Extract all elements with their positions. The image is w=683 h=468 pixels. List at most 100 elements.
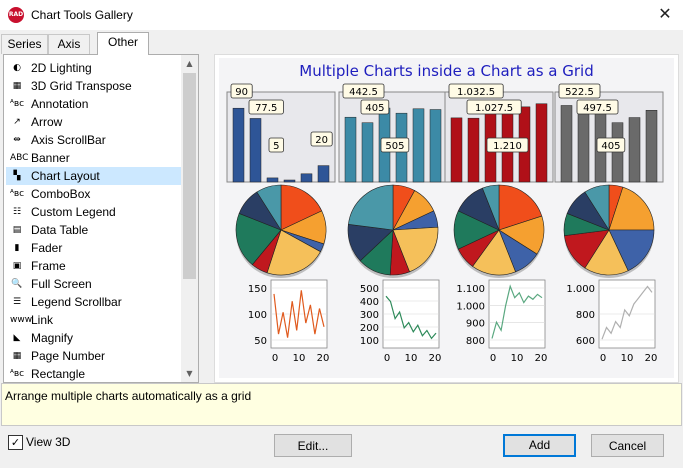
list-item-label: Page Number xyxy=(31,349,106,363)
scroll-up-icon[interactable]: ▲ xyxy=(181,55,198,72)
x-tick-label: 20 xyxy=(645,353,658,364)
bar-mark xyxy=(283,179,296,183)
bar-mark xyxy=(344,116,357,183)
line-plot-frame xyxy=(488,279,546,349)
list-item[interactable]: ▦ Page Number xyxy=(6,347,181,365)
tab-series[interactable]: Series xyxy=(1,34,48,54)
tab-other[interactable]: Other xyxy=(97,32,149,55)
add-button[interactable]: Add xyxy=(503,434,576,457)
x-tick-label: 10 xyxy=(621,353,634,364)
y-tick-label: 50 xyxy=(254,336,267,347)
y-tick-label: 600 xyxy=(576,336,595,347)
list-item[interactable]: ⇹ Axis ScrollBar xyxy=(6,131,181,149)
list-item-label: Magnify xyxy=(31,331,74,345)
y-tick-label: 100 xyxy=(360,336,379,347)
bar-mark xyxy=(560,105,573,183)
data-label: 1.032.5 xyxy=(457,87,495,98)
data-label: 90 xyxy=(235,87,248,98)
list-item[interactable]: ᴬʙᴄ Rectangle xyxy=(6,365,181,382)
bar-mark xyxy=(467,117,480,183)
list-item[interactable]: ▚ Chart Layout xyxy=(6,167,181,185)
bar-mark xyxy=(450,117,463,183)
scroll-thumb[interactable] xyxy=(183,73,196,279)
data-label: 497.5 xyxy=(583,103,612,114)
y-tick-label: 300 xyxy=(360,310,379,321)
x-tick-label: 10 xyxy=(405,353,418,364)
description-box: Arrange multiple charts automatically as… xyxy=(1,383,682,426)
tab-strip: Series Axis Other xyxy=(0,32,220,55)
bar-mark xyxy=(429,109,442,183)
list-item-label: Arrow xyxy=(31,115,63,129)
data-label: 505 xyxy=(385,141,404,152)
list-item[interactable]: ABC Banner xyxy=(6,149,181,167)
bar-mark xyxy=(232,107,245,183)
x-tick-label: 0 xyxy=(384,353,390,364)
y-tick-label: 900 xyxy=(466,319,485,330)
data-label: 405 xyxy=(365,103,384,114)
pie-slice xyxy=(348,184,394,231)
list-item-label: Rectangle xyxy=(31,367,86,381)
list-item-label: Banner xyxy=(31,151,70,165)
list-item[interactable]: ☰ Legend Scrollbar xyxy=(6,293,181,311)
data-label: 442.5 xyxy=(349,87,378,98)
list-item[interactable]: ▮ Fader xyxy=(6,239,181,257)
edit-button[interactable]: Edit... xyxy=(274,434,352,457)
x-tick-label: 20 xyxy=(535,353,548,364)
frame-icon: ▣ xyxy=(12,261,22,271)
list-item[interactable]: ☷ Custom Legend xyxy=(6,203,181,221)
list-item-label: Full Screen xyxy=(31,277,92,291)
bar-mark xyxy=(645,110,658,183)
chart-preview-canvas: Multiple Charts inside a Chart as a Grid… xyxy=(219,58,674,378)
chart-preview: Multiple Charts inside a Chart as a Grid… xyxy=(214,54,679,383)
link-icon: www xyxy=(10,315,33,325)
bar-mark xyxy=(535,103,548,183)
close-icon[interactable]: ✕ xyxy=(650,2,680,28)
list-item-label: Axis ScrollBar xyxy=(31,133,106,147)
list-item-label: Annotation xyxy=(31,97,89,111)
list-item[interactable]: ◐ 2D Lighting xyxy=(6,59,181,77)
page-number-icon: ▦ xyxy=(12,351,22,361)
list-item[interactable]: ᴬʙᴄ Annotation xyxy=(6,95,181,113)
x-tick-label: 0 xyxy=(600,353,606,364)
chart-layout-icon: ▚ xyxy=(13,171,21,181)
list-item-label: Link xyxy=(31,313,54,327)
cancel-button[interactable]: Cancel xyxy=(591,434,664,457)
bar-mark xyxy=(577,108,590,183)
bar-mark xyxy=(266,177,279,183)
data-label: 522.5 xyxy=(565,87,594,98)
scroll-down-icon[interactable]: ▼ xyxy=(181,365,198,382)
y-tick-label: 100 xyxy=(248,310,267,321)
grid-transpose-icon: ▦ xyxy=(12,81,22,91)
list-item-label: ComboBox xyxy=(31,187,91,201)
bar-mark xyxy=(300,173,313,183)
list-item[interactable]: ▦ 3D Grid Transpose xyxy=(6,77,181,95)
data-label: 405 xyxy=(601,141,620,152)
list-scrollbar[interactable]: ▲ ▼ xyxy=(181,55,198,382)
checkbox-check-icon[interactable]: ✓ xyxy=(8,435,23,450)
list-item[interactable]: ᴬʙᴄ ComboBox xyxy=(6,185,181,203)
list-item[interactable]: ▤ Data Table xyxy=(6,221,181,239)
custom-legend-icon: ☷ xyxy=(12,207,22,217)
list-item[interactable]: ◣ Magnify xyxy=(6,329,181,347)
app-logo-icon: RAD xyxy=(8,7,24,23)
arrow-icon: ↗ xyxy=(13,117,21,127)
list-item[interactable]: www Link xyxy=(6,311,181,329)
tab-axis[interactable]: Axis xyxy=(48,34,90,54)
list-item-label: 3D Grid Transpose xyxy=(31,79,132,93)
list-item-label: Custom Legend xyxy=(31,205,116,219)
y-tick-label: 150 xyxy=(248,284,267,295)
tool-list: ◐ 2D Lighting ▦ 3D Grid Transpose ᴬʙᴄ Annotat… xyxy=(3,54,199,383)
magnify-icon: ◣ xyxy=(13,333,21,343)
banner-icon: ABC xyxy=(10,153,29,163)
list-item[interactable]: ↗ Arrow xyxy=(6,113,181,131)
legend-scrollbar-icon: ☰ xyxy=(12,297,22,307)
x-tick-label: 10 xyxy=(511,353,524,364)
chart-grid: 90 77.5 5 20 442.5 405 505 1.032.5 1.027.5 1.210 5… xyxy=(226,83,664,364)
list-item[interactable]: ▣ Frame xyxy=(6,257,181,275)
data-label: 20 xyxy=(315,135,328,146)
magnifier-icon: 🔍 xyxy=(11,279,23,289)
list-item[interactable]: 🔍 Full Screen xyxy=(6,275,181,293)
y-tick-label: 1.000 xyxy=(566,284,595,295)
list-item-label: Data Table xyxy=(31,223,89,237)
annotation-icon: ᴬʙᴄ xyxy=(10,99,25,109)
